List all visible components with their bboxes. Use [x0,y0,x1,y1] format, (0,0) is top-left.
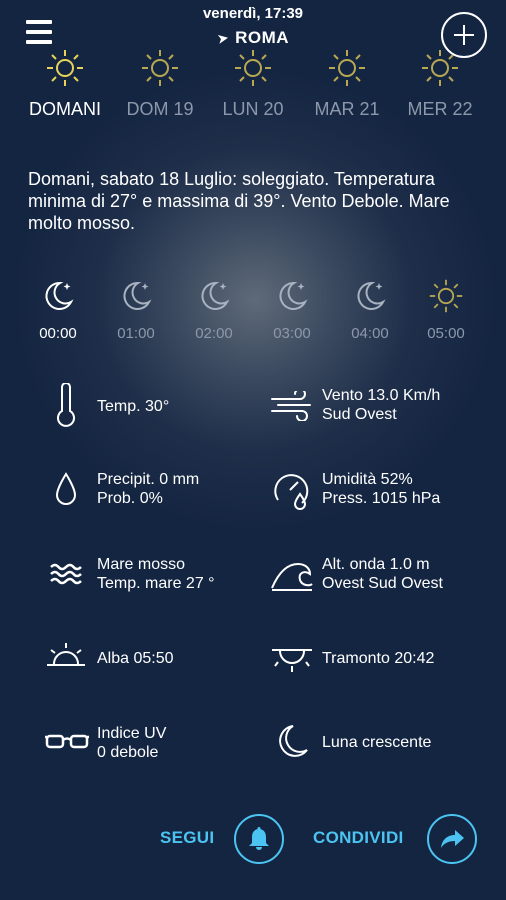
humidity-info: Umidità 52% Press. 1015 hPa [322,470,440,508]
sea-state: Mare mosso [97,556,186,573]
precipitation-info: Precipit. 0 mm Prob. 0% [97,470,199,508]
moon-icon [279,725,308,757]
sun-icon [429,279,463,313]
hour-label: 02:00 [195,325,233,342]
follow-label[interactable]: SEGUI [160,828,214,848]
sun-icon [422,50,458,86]
sun-icon [329,50,365,86]
hour-item-01[interactable]: 01:00 [106,278,166,342]
city-selector[interactable]: ➤ ROMA [0,28,506,48]
moon-icon [45,281,74,310]
location-arrow-icon: ➤ [215,29,231,47]
thermometer-icon [57,383,75,427]
city-name: ROMA [235,28,290,47]
waves-icon [50,563,82,585]
hour-label: 04:00 [351,325,389,342]
day-tab-mer-22[interactable]: MER 22 [390,48,490,120]
moon-icon [279,281,308,310]
day-label: LUN 20 [222,99,284,119]
sea-temperature: Temp. mare 27 ° [97,575,215,592]
moon-phase: Luna crescente [322,734,432,751]
follow-button[interactable] [234,814,284,864]
hour-item-04[interactable]: 04:00 [340,278,400,342]
day-tab-mar-21[interactable]: MAR 21 [297,48,397,120]
uv-info: Indice UV 0 debole [97,724,166,762]
sunset-time: Tramonto 20:42 [322,650,435,667]
moon-icon [201,281,230,310]
humidity-value: Umidità 52% [322,471,413,488]
sunset-icon [272,649,312,672]
share-label[interactable]: CONDIVIDI [313,828,404,848]
wave-height: Alt. onda 1.0 m [322,556,430,573]
hour-item-00[interactable]: 00:00 [28,278,88,342]
temperature-value: Temp. 30° [97,398,170,415]
day-label: DOMANI [29,99,101,119]
wind-info: Vento 13.0 Km/h Sud Ovest [322,386,440,424]
uv-label: Indice UV [97,725,167,742]
day-label: MER 22 [407,99,473,119]
day-tab-domani[interactable]: DOMANI [15,48,115,120]
wave-info: Alt. onda 1.0 m Ovest Sud Ovest [322,555,443,593]
glasses-icon [45,734,89,749]
sunrise-icon [47,643,85,666]
wave-icon [271,562,313,591]
sun-icon [235,50,271,86]
clock-text: venerdì, 17:39 [202,5,304,22]
forecast-summary: Domani, sabato 18 Luglio: soleggiato. Te… [28,169,450,233]
day-tab-dom-19[interactable]: DOM 19 [110,48,210,120]
sun-icon [142,50,178,86]
day-tab-lun-20[interactable]: LUN 20 [203,48,303,120]
wind-speed: Vento 13.0 Km/h [322,387,441,404]
share-button[interactable] [427,814,477,864]
day-label: MAR 21 [314,99,380,119]
wind-direction: Sud Ovest [322,406,397,423]
uv-value: 0 debole [97,744,159,761]
wind-icon [271,391,311,421]
hour-item-05[interactable]: 05:00 [416,278,476,342]
bell-icon [249,827,269,850]
precipitation-probability: Prob. 0% [97,490,163,507]
wave-direction: Ovest Sud Ovest [322,575,443,592]
sun-icon [47,50,83,86]
hour-item-03[interactable]: 03:00 [262,278,322,342]
hour-item-02[interactable]: 02:00 [184,278,244,342]
hour-label: 03:00 [273,325,311,342]
drop-icon [55,472,77,505]
moon-icon [357,281,386,310]
precipitation-amount: Precipit. 0 mm [97,471,200,488]
hour-label: 05:00 [427,325,465,342]
share-arrow-icon [441,830,464,848]
moon-icon [123,281,152,310]
sea-info: Mare mosso Temp. mare 27 ° [97,555,215,593]
pressure-value: Press. 1015 hPa [322,490,441,507]
day-label: DOM 19 [126,99,194,119]
sunrise-time: Alba 05:50 [97,650,174,667]
hour-label: 01:00 [117,325,155,342]
hour-label: 00:00 [39,325,77,342]
gauge-icon [274,474,309,510]
